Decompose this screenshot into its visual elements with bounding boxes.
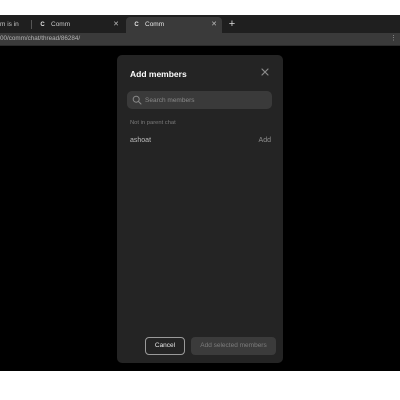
- comm-favicon-icon: C: [40, 21, 45, 28]
- tab-bar: m is in C Comm ✕ C Comm ✕ +: [0, 15, 400, 33]
- url-text[interactable]: 00/comm/chat/thread/86284/: [0, 33, 80, 45]
- add-selected-members-button[interactable]: Add selected members: [191, 337, 276, 355]
- close-icon[interactable]: [259, 66, 271, 78]
- tab-close-icon[interactable]: ✕: [211, 17, 217, 33]
- tab-comm[interactable]: C Comm ✕: [32, 17, 124, 33]
- search-field[interactable]: [127, 91, 272, 109]
- comm-favicon-icon: C: [134, 21, 139, 28]
- list-item[interactable]: ashoat Add: [130, 135, 271, 147]
- cancel-button[interactable]: Cancel: [145, 337, 185, 355]
- tab-close-icon[interactable]: ✕: [113, 17, 119, 33]
- member-name: ashoat: [130, 137, 152, 144]
- search-icon: [132, 95, 142, 105]
- modal-title: Add members: [130, 69, 187, 79]
- menu-icon[interactable]: ⋮: [390, 33, 397, 45]
- search-input[interactable]: [145, 91, 265, 109]
- tab-title: m is in: [0, 21, 19, 28]
- new-tab-button[interactable]: +: [226, 17, 238, 31]
- tab-partial[interactable]: m is in: [0, 17, 30, 33]
- add-member-button[interactable]: Add: [259, 135, 271, 147]
- tab-comm-active[interactable]: C Comm ✕: [126, 17, 222, 33]
- browser-window: m is in C Comm ✕ C Comm ✕ + 00/comm/chat/t…: [0, 15, 400, 371]
- address-bar[interactable]: 00/comm/chat/thread/86284/ ⋮: [0, 33, 400, 46]
- add-members-modal: Add members Not in parent chat ashoat Ad…: [117, 55, 283, 363]
- tab-title: Comm: [145, 21, 165, 28]
- section-label: Not in parent chat: [130, 120, 176, 126]
- tab-title: Comm: [51, 21, 71, 28]
